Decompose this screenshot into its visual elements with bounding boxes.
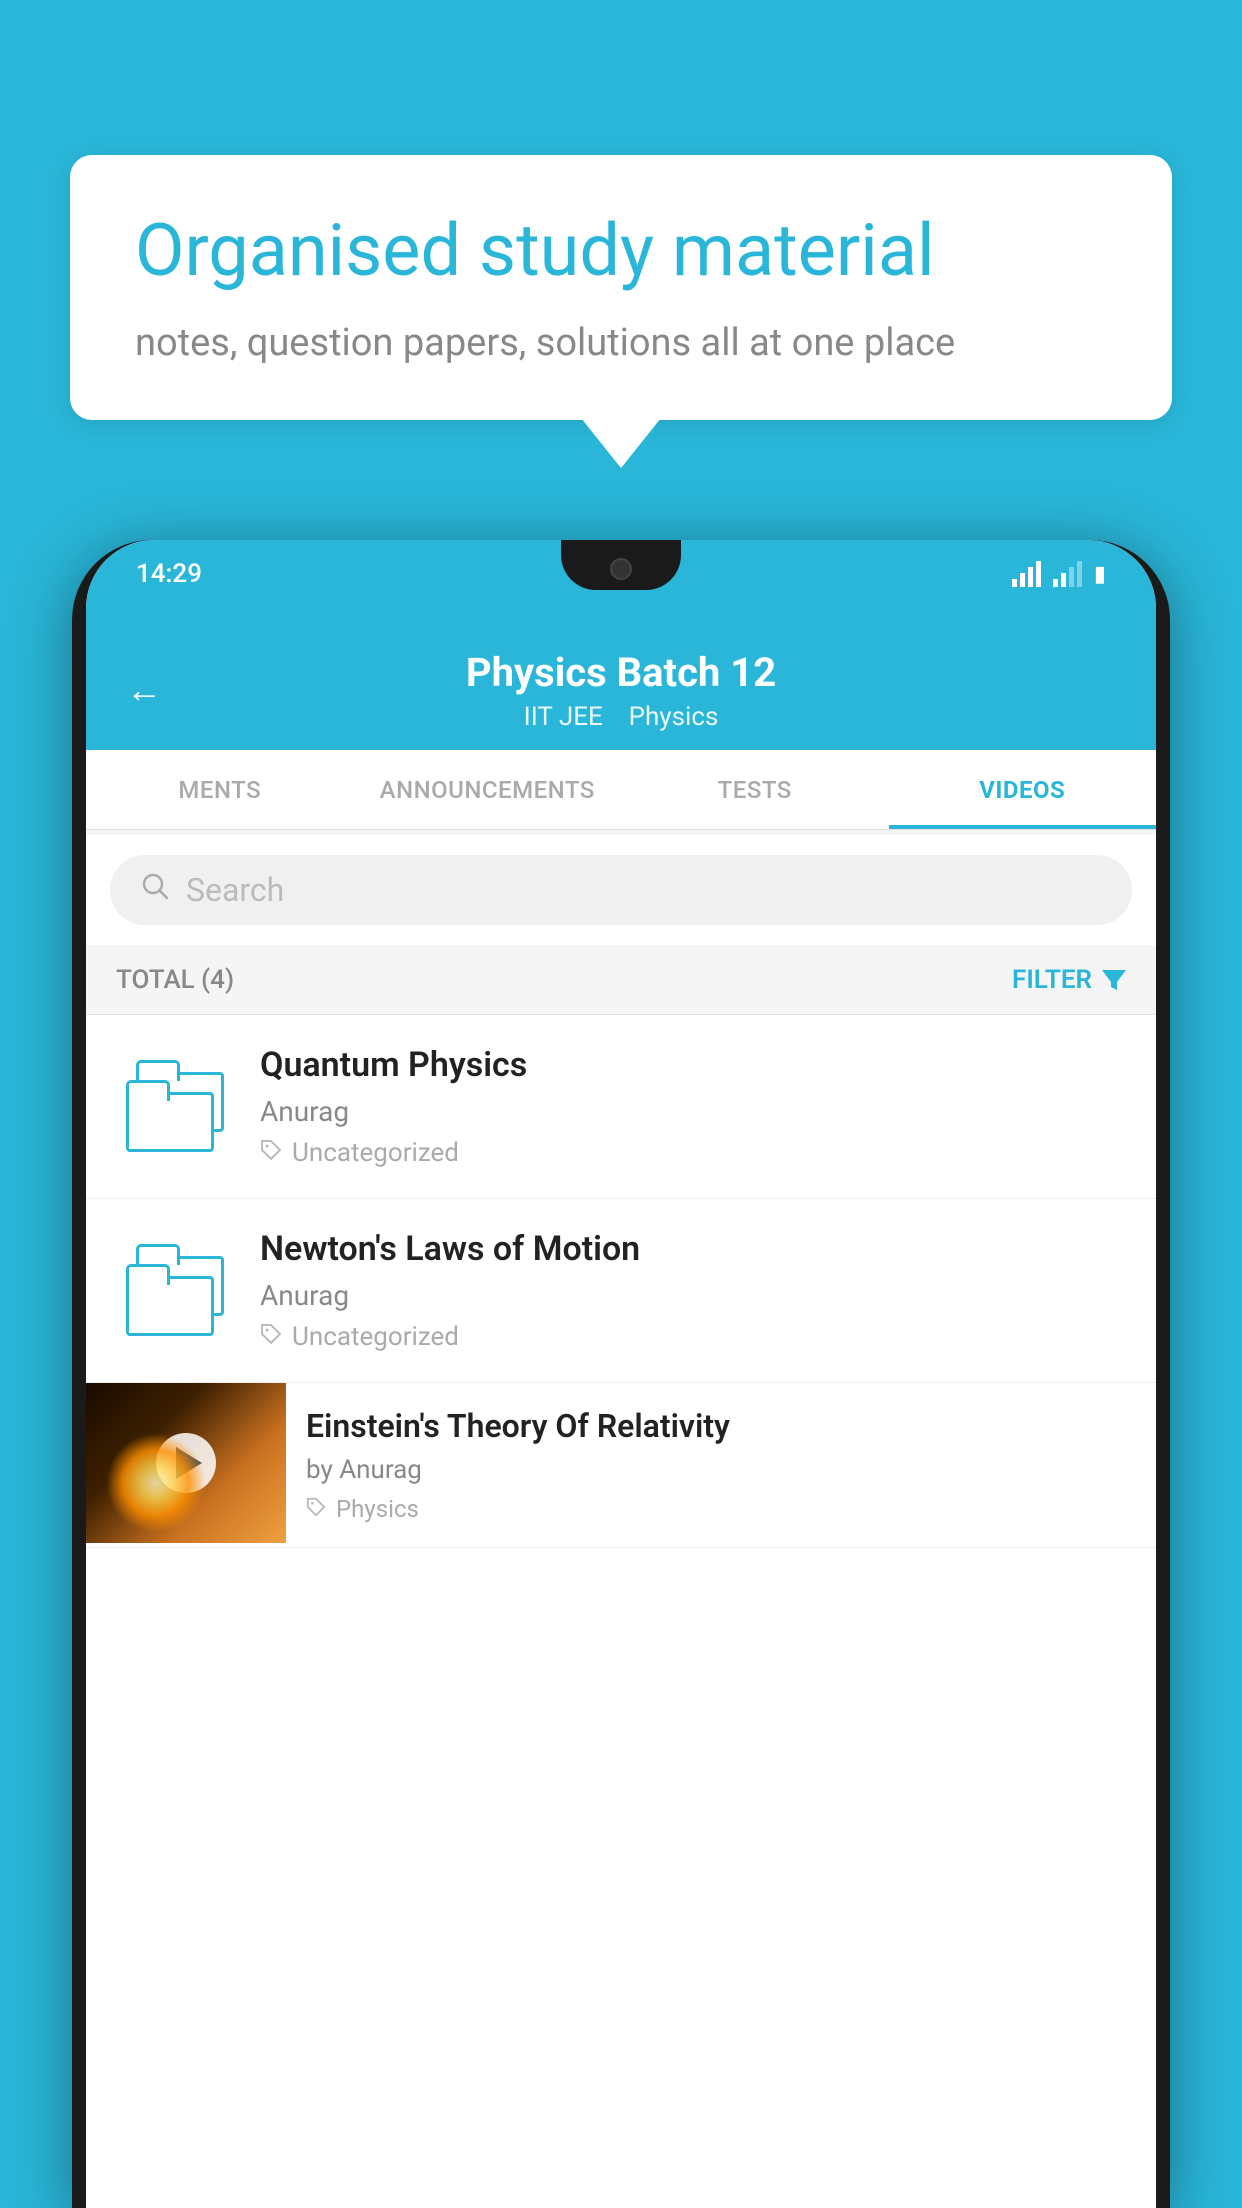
tab-ments[interactable]: MENTS — [86, 750, 354, 829]
search-bar[interactable]: Search — [110, 855, 1132, 925]
folder-icon — [126, 1244, 226, 1334]
back-button[interactable]: ← — [126, 669, 162, 711]
video-title: Einstein's Theory Of Relativity — [306, 1407, 1136, 1445]
battery-icon: ▮ — [1094, 562, 1106, 587]
camera — [610, 558, 632, 580]
page-subtitle: IIT JEE Physics — [126, 702, 1116, 732]
total-count: TOTAL (4) — [116, 965, 234, 995]
status-time: 14:29 — [136, 559, 202, 589]
signal-icon — [1012, 561, 1041, 587]
video-author: Anurag — [260, 1279, 1126, 1312]
tag-icon — [260, 1323, 282, 1351]
notch-area: 14:29 ▮ — [86, 540, 1156, 630]
speech-bubble-headline: Organised study material — [135, 210, 1107, 293]
folder-icon — [126, 1060, 226, 1150]
header-row: ← Physics Batch 12 IIT JEE Physics — [86, 649, 1156, 732]
video-list: Quantum Physics Anurag Uncategorized — [86, 1015, 1156, 2208]
notch-bump — [561, 540, 681, 590]
speech-bubble-wrapper: Organised study material notes, question… — [70, 155, 1172, 420]
filter-row: TOTAL (4) FILTER — [86, 945, 1156, 1015]
video-title: Newton's Laws of Motion — [260, 1229, 1126, 1269]
list-item[interactable]: Quantum Physics Anurag Uncategorized — [86, 1015, 1156, 1199]
video-thumbnail — [86, 1383, 286, 1543]
speech-bubble: Organised study material notes, question… — [70, 155, 1172, 420]
tag-icon — [306, 1495, 326, 1523]
list-item[interactable]: Einstein's Theory Of Relativity by Anura… — [86, 1383, 1156, 1548]
video-title: Quantum Physics — [260, 1045, 1126, 1085]
cellular-icon — [1053, 561, 1082, 587]
speech-bubble-subtext: notes, question papers, solutions all at… — [135, 321, 1107, 365]
app-header: ← Physics Batch 12 IIT JEE Physics — [86, 630, 1156, 750]
video-author: Anurag — [260, 1095, 1126, 1128]
page-title: Physics Batch 12 — [126, 649, 1116, 696]
filter-button[interactable]: FILTER — [1012, 965, 1126, 995]
search-icon — [140, 871, 170, 909]
tag-icon — [260, 1139, 282, 1167]
tab-announcements[interactable]: ANNOUNCEMENTS — [354, 750, 622, 829]
search-input[interactable]: Search — [186, 871, 284, 909]
phone-frame: 14:29 ▮ — [72, 540, 1170, 2208]
status-icons: ▮ — [1012, 561, 1106, 587]
tab-tests[interactable]: TESTS — [621, 750, 889, 829]
search-bar-wrapper: Search — [86, 835, 1156, 945]
tab-videos[interactable]: VIDEOS — [889, 750, 1157, 829]
phone-screen: 14:29 ▮ — [86, 540, 1156, 2208]
tabs-bar: MENTS ANNOUNCEMENTS TESTS VIDEOS — [86, 750, 1156, 830]
list-item[interactable]: Newton's Laws of Motion Anurag Uncategor… — [86, 1199, 1156, 1383]
video-author: by Anurag — [306, 1455, 1136, 1485]
